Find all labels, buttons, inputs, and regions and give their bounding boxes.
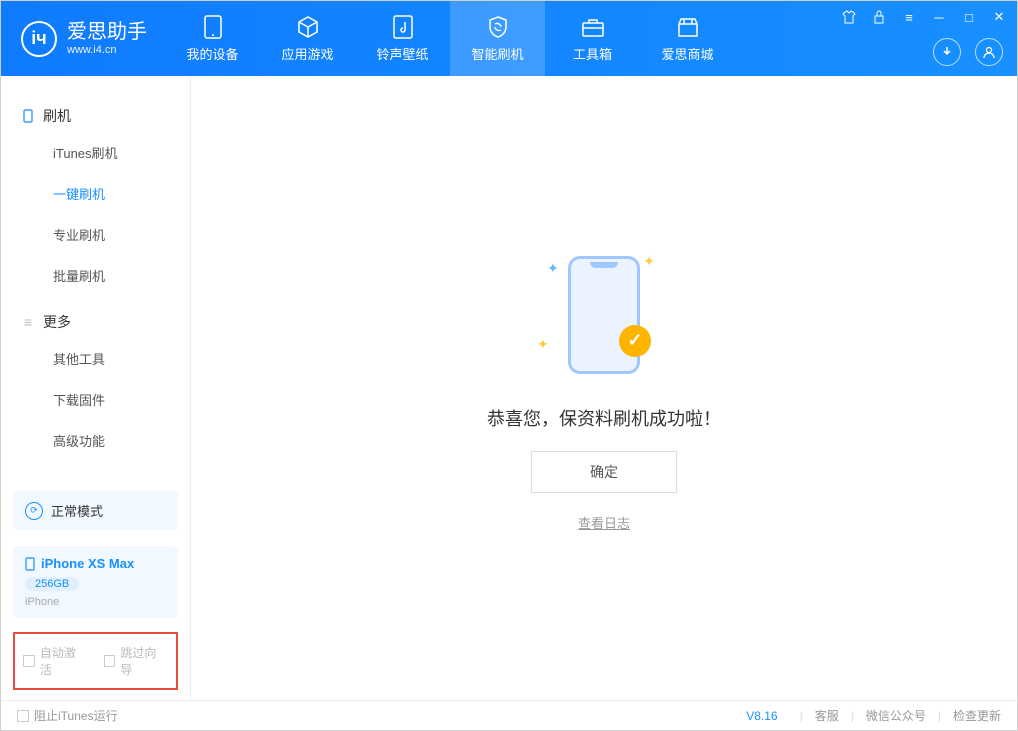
titlebar: iч 爱思助手 www.i4.cn 我的设备 应用游戏 铃声壁纸 智能刷机 工具… [1,1,1017,76]
list-icon: ≡ [21,315,35,329]
device-icon [201,15,225,39]
tab-ringtones[interactable]: 铃声壁纸 [355,1,450,76]
tab-apps-games[interactable]: 应用游戏 [260,1,355,76]
highlighted-checkbox-row: 自动激活 跳过向导 [13,632,178,690]
tab-toolbox[interactable]: 工具箱 [545,1,640,76]
confirm-button[interactable]: 确定 [531,451,677,493]
sidebar: 刷机 iTunes刷机 一键刷机 专业刷机 批量刷机 ≡ 更多 其他工具 下载固… [1,76,191,700]
device-name: iPhone XS Max [41,556,134,571]
checkbox-label: 跳过向导 [120,644,168,678]
nav-advanced[interactable]: 高级功能 [1,420,190,461]
sparkle-icon: ✦ [537,336,549,353]
nav-batch-flash[interactable]: 批量刷机 [1,255,190,296]
app-name: 爱思助手 [67,20,147,44]
refresh-shield-icon [486,15,510,39]
shirt-icon[interactable] [839,7,859,27]
tab-label: 智能刷机 [471,44,523,63]
tab-label: 我的设备 [186,44,238,63]
menu-icon[interactable]: ≡ [899,7,919,27]
footer: 阻止iTunes运行 V8.16 | 客服 | 微信公众号 | 检查更新 [1,700,1017,730]
sidebar-section-more: ≡ 更多 [1,306,190,338]
device-mode-box[interactable]: ⟳ 正常模式 [13,491,178,530]
success-message: 恭喜您，保资料刷机成功啦！ [487,405,721,431]
toolbox-icon [581,15,605,39]
section-label: 更多 [43,312,71,332]
success-illustration: ✦ ✦ ✦ ✓ [529,245,679,385]
main-tabs: 我的设备 应用游戏 铃声壁纸 智能刷机 工具箱 爱思商城 [165,1,735,76]
checkmark-badge-icon: ✓ [619,325,651,357]
checkbox-label: 阻止iTunes运行 [34,707,118,724]
main-area: 刷机 iTunes刷机 一键刷机 专业刷机 批量刷机 ≡ 更多 其他工具 下载固… [1,76,1017,700]
titlebar-right-icons [933,38,1003,66]
checkbox-block-itunes[interactable]: 阻止iTunes运行 [17,707,118,724]
checkbox-auto-activate[interactable]: 自动激活 [23,644,88,678]
logo-icon: iч [21,21,57,57]
device-info-box[interactable]: iPhone XS Max 256GB iPhone [13,546,178,618]
checkbox-icon [17,710,29,722]
checkbox-label: 自动激活 [40,644,88,678]
nav-pro-flash[interactable]: 专业刷机 [1,214,190,255]
close-button[interactable]: ✕ [989,7,1009,27]
phone-icon [21,109,35,123]
checkbox-icon [104,655,116,667]
music-file-icon [391,15,415,39]
section-label: 刷机 [43,106,71,126]
support-link[interactable]: 客服 [815,707,839,724]
checkbox-icon [23,655,35,667]
check-update-link[interactable]: 检查更新 [953,707,1001,724]
tab-my-device[interactable]: 我的设备 [165,1,260,76]
footer-links: V8.16 | 客服 | 微信公众号 | 检查更新 [746,707,1001,724]
user-button[interactable] [975,38,1003,66]
minimize-button[interactable]: ─ [929,7,949,27]
lock-icon[interactable] [869,7,889,27]
tab-store[interactable]: 爱思商城 [640,1,735,76]
nav-download-firmware[interactable]: 下载固件 [1,379,190,420]
nav-itunes-flash[interactable]: iTunes刷机 [1,132,190,173]
version-label: V8.16 [746,709,777,723]
phone-icon [25,557,35,571]
tab-label: 工具箱 [573,44,612,63]
device-mode-label: 正常模式 [51,501,103,520]
tab-label: 爱思商城 [661,44,713,63]
mode-icon: ⟳ [25,502,43,520]
download-button[interactable] [933,38,961,66]
content-area: ✦ ✦ ✦ ✓ 恭喜您，保资料刷机成功啦！ 确定 查看日志 [191,76,1017,700]
window-controls: ≡ ─ □ ✕ [839,7,1009,27]
logo-area: iч 爱思助手 www.i4.cn [1,20,165,57]
store-icon [676,15,700,39]
device-capacity: 256GB [25,577,79,591]
wechat-link[interactable]: 微信公众号 [866,707,926,724]
sidebar-section-flash: 刷机 [1,100,190,132]
cube-icon [296,15,320,39]
tab-smart-flash[interactable]: 智能刷机 [450,1,545,76]
device-type: iPhone [25,596,166,608]
phone-notch [590,262,618,268]
maximize-button[interactable]: □ [959,7,979,27]
nav-oneclick-flash[interactable]: 一键刷机 [1,173,190,214]
tab-label: 应用游戏 [281,44,333,63]
view-log-link[interactable]: 查看日志 [578,513,630,532]
sparkle-icon: ✦ [547,260,559,277]
device-name-row: iPhone XS Max [25,556,166,571]
nav-other-tools[interactable]: 其他工具 [1,338,190,379]
logo-text: 爱思助手 www.i4.cn [67,20,147,57]
checkbox-skip-guide[interactable]: 跳过向导 [104,644,169,678]
tab-label: 铃声壁纸 [376,44,428,63]
app-url: www.i4.cn [67,44,147,57]
sparkle-icon: ✦ [643,253,655,270]
